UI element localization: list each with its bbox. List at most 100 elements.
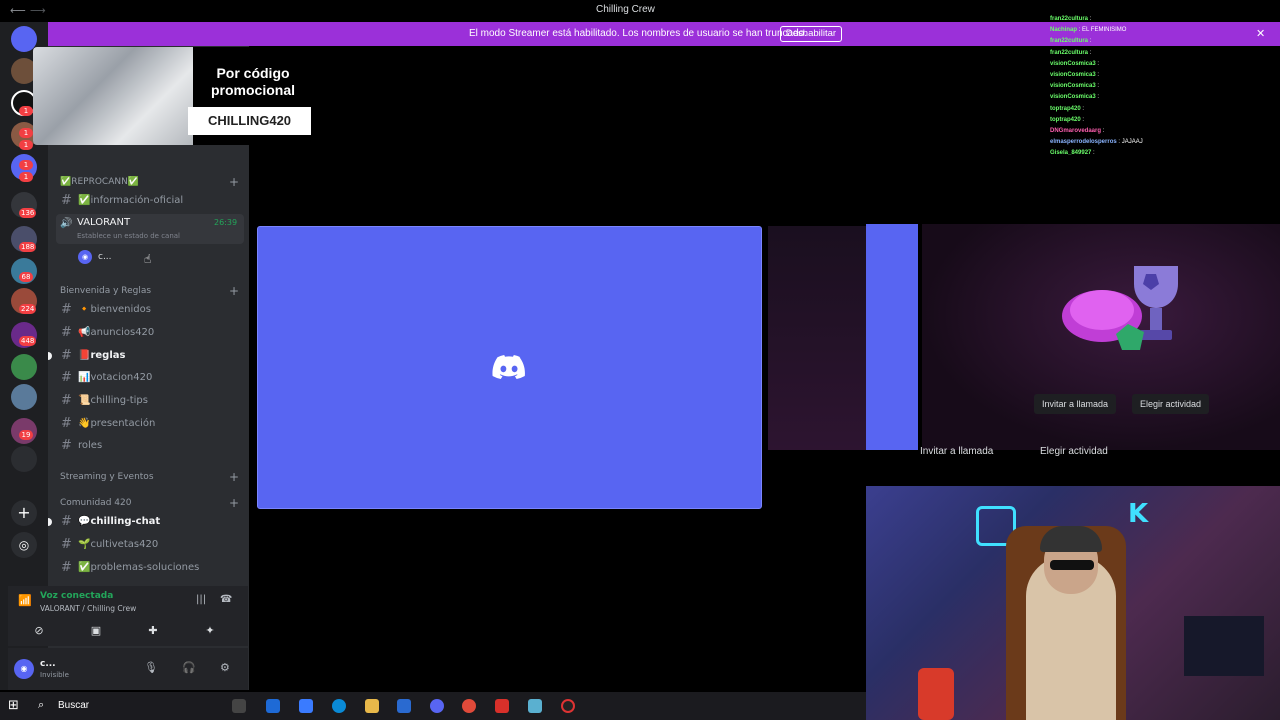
screen: ⟵ ⟶ Chilling Crew El modo Streamer está … [0,0,1280,720]
arrow-left-icon[interactable]: ⟵ [10,4,26,17]
signal-icon[interactable]: 📶 [18,594,32,607]
category-streaming[interactable]: Streaming y Eventos [60,472,154,482]
channel-chilling-tips[interactable]: # 📜chilling-tips [58,391,244,411]
chrome-icon[interactable] [462,699,476,713]
microphone-icon[interactable]: 🎙 [144,661,158,674]
chat-text: : [1097,83,1100,90]
invite-to-call-button[interactable]: Invitar a llamada [1034,394,1117,414]
task-view-icon[interactable] [232,699,246,713]
user-name[interactable]: c... [40,659,56,669]
channel-bienvenidos[interactable]: # 🔸bienvenidos [58,300,244,320]
compass-icon[interactable]: ◎ [11,532,37,558]
app-icon[interactable] [266,699,280,713]
server-icon[interactable] [11,354,37,380]
channel-label: ✅información-oficial [78,195,184,206]
channel-votacion420[interactable]: # 📊votacion420 [58,368,244,388]
channel-chilling-chat[interactable]: # 💬chilling-chat [48,512,244,532]
hash-icon: # [61,370,72,385]
chat-user: fran22cultura [1050,16,1089,22]
chat-text: : [1082,105,1085,112]
voice-timer: 26:39 [214,218,238,227]
plus-icon[interactable]: + [11,500,37,526]
arrow-right-icon[interactable]: ⟶ [30,4,46,17]
chat-message: toptrap420 : [1050,104,1280,115]
chat-message: fran22cultura : [1050,48,1280,59]
chat-message: fran22cultura : [1050,14,1280,25]
channel-informacion-oficial[interactable]: # ✅información-oficial [58,191,244,211]
channel-label: 👋presentación [78,418,156,429]
windows-icon[interactable]: ⊞ [8,698,19,713]
banner-message: El modo Streamer está habilitado. Los no… [469,28,807,39]
discord-icon[interactable] [430,699,444,713]
chat-message: Gisela_849927 : [1050,148,1280,159]
chat-message: visionCosmica3 : [1050,81,1280,92]
channel-cultivetas420[interactable]: # 🌱cultivetas420 [58,535,244,555]
chat-text: : [1093,150,1095,157]
app-icon[interactable] [299,699,313,713]
channel-roles[interactable]: # roles [58,436,244,456]
choose-activity-button[interactable]: Elegir actividad [1132,394,1210,414]
channel-label: roles [78,440,103,451]
plus-icon[interactable]: + [229,496,239,510]
category-comunidad[interactable]: Comunidad 420 [60,498,131,508]
activities-icon[interactable]: ✚ [145,623,161,639]
voice-user-name: c... [98,252,112,262]
voice-channel-path[interactable]: VALORANT / Chilling Crew [40,604,136,613]
voice-channel-status[interactable]: Establece un estado de canal [77,232,180,240]
chat-text: : [1089,16,1092,22]
invite-to-call-button[interactable]: Invitar a llamada [920,446,993,457]
server-icon[interactable] [11,446,37,472]
sunglasses [1050,560,1094,570]
avatar[interactable]: ◉ [14,659,34,679]
category-reprocann[interactable]: ✅REPROCANN✅ [60,177,139,187]
camera-off-icon[interactable]: ⊘ [31,623,47,639]
screen-share-icon[interactable]: ▣ [88,623,104,639]
app-icon[interactable] [528,699,542,713]
obs-icon[interactable] [561,699,575,713]
chat-message: visionCosmica3 : [1050,59,1280,70]
gear-icon[interactable]: ⚙ [220,661,230,674]
channel-problemas-soluciones[interactable]: # ✅problemas-soluciones [58,558,244,578]
choose-activity-button[interactable]: Elegir actividad [1040,446,1108,457]
hash-icon: # [61,348,72,363]
plus-icon[interactable]: + [229,470,239,484]
plus-icon[interactable]: + [229,284,239,298]
app-icon[interactable] [397,699,411,713]
mention-badge: 1 [19,172,33,182]
category-bienvenida[interactable]: Bienvenida y Reglas [60,286,151,296]
channel-presentacion[interactable]: # 👋presentación [58,414,244,434]
plus-icon[interactable]: + [229,175,239,189]
speaker-icon: 🔊 [60,218,73,229]
noise-suppression-icon[interactable]: ||| [196,594,206,605]
mention-badge: 1 [19,128,33,138]
voice-user[interactable]: ◉ c... [78,249,138,265]
headphones-icon[interactable]: 🎧 [182,661,196,674]
disconnect-icon[interactable]: ☎ [220,594,232,605]
neon-sign: K [1128,499,1149,529]
chat-text: : [1082,116,1085,123]
folder-icon[interactable] [365,699,379,713]
app-icon[interactable] [495,699,509,713]
channel-label: 📊votacion420 [78,372,153,383]
edge-icon[interactable] [332,699,346,713]
channel-label: 💬chilling-chat [78,516,161,527]
chat-user: elmasperrodelosperros [1050,139,1117,146]
taskbar-search[interactable]: ⌕ Buscar [38,696,228,716]
voice-channel-name: VALORANT [77,217,131,228]
mention-badge: 448 [19,336,37,346]
hash-icon: # [61,537,72,552]
mention-badge: 1 [19,160,33,170]
webcam-feed: K [866,486,1280,720]
channel-label: 🌱cultivetas420 [78,539,159,550]
server-icon[interactable] [11,384,37,410]
video-tile[interactable] [257,226,762,509]
chat-user: DNGmarovedaarg [1050,128,1102,135]
disable-streamer-button[interactable]: Deshabilitar [780,26,842,42]
voice-channel-valorant[interactable]: 🔊 VALORANT Establece un estado de canal … [56,214,244,244]
hash-icon: # [61,325,72,340]
channel-anuncios420[interactable]: # 📢anuncios420 [58,323,244,343]
cap [1040,526,1102,552]
soundboard-icon[interactable]: ✦ [202,623,218,639]
mention-badge: 1 [19,106,33,116]
channel-reglas[interactable]: # 📕reglas [48,346,244,366]
